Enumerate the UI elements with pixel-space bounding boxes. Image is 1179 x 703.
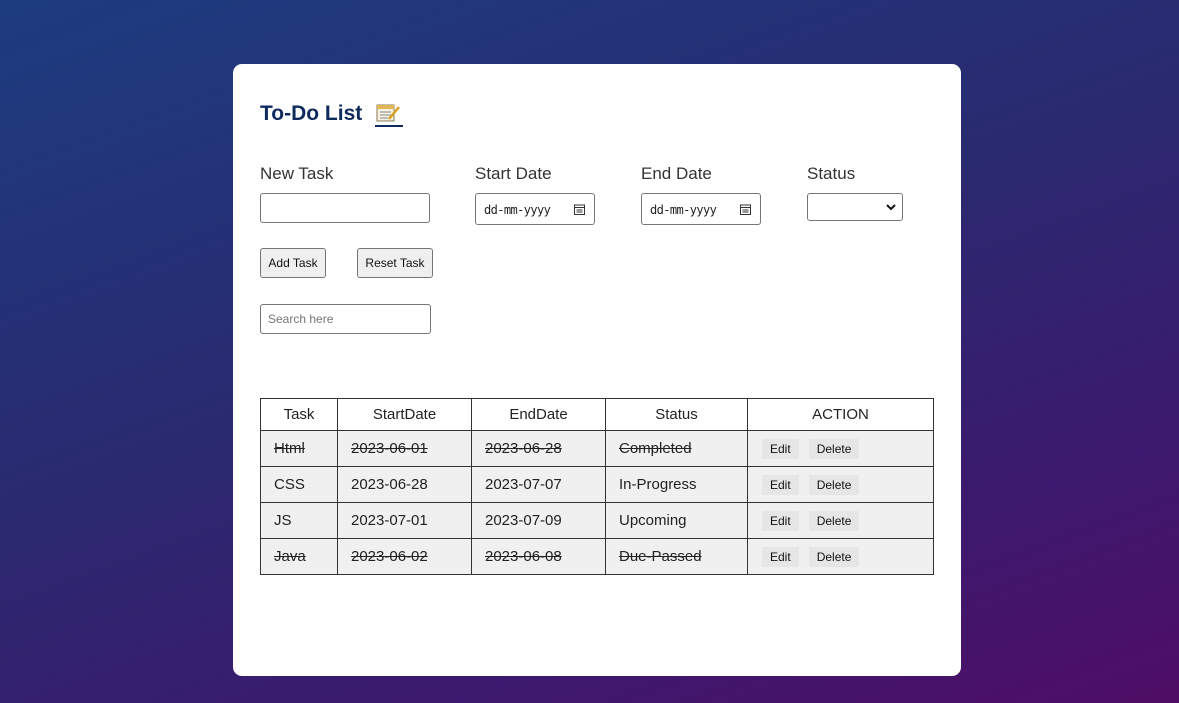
start-date-cell: 2023-06-02 bbox=[337, 538, 472, 575]
start-date-placeholder: dd-mm-yyyy bbox=[484, 203, 551, 217]
chevron-down-icon bbox=[886, 204, 896, 211]
edit-button[interactable]: Edit bbox=[762, 510, 799, 531]
reset-task-button[interactable]: Reset Task bbox=[357, 248, 433, 278]
delete-button[interactable]: Delete bbox=[808, 510, 860, 531]
action-cell: Edit Delete bbox=[747, 430, 934, 467]
task-table: Task StartDate EndDate Status ACTION Htm… bbox=[260, 398, 934, 575]
status-label: Status bbox=[807, 164, 856, 183]
search-input[interactable] bbox=[260, 304, 431, 334]
end-date-input[interactable]: dd-mm-yyyy bbox=[641, 193, 761, 225]
status-cell: Upcoming bbox=[605, 502, 748, 539]
edit-button[interactable]: Edit bbox=[762, 474, 799, 495]
col-header-task: Task bbox=[260, 398, 338, 431]
edit-button[interactable]: Edit bbox=[762, 546, 799, 567]
task-cell: JS bbox=[260, 502, 338, 539]
table-row: JS 2023-07-01 2023-07-09 Upcoming Edit De… bbox=[260, 502, 934, 539]
start-date-input[interactable]: dd-mm-yyyy bbox=[475, 193, 595, 225]
status-cell: In-Progress bbox=[605, 466, 748, 503]
table-row: Java 2023-06-02 2023-06-08 Due-Passed Ed… bbox=[260, 538, 934, 575]
end-date-cell: 2023-07-09 bbox=[471, 502, 606, 539]
action-cell: Edit Delete bbox=[747, 538, 934, 575]
delete-button[interactable]: Delete bbox=[808, 474, 860, 495]
action-cell: Edit Delete bbox=[747, 502, 934, 539]
status-cell: Completed bbox=[605, 430, 748, 467]
edit-button[interactable]: Edit bbox=[762, 438, 799, 459]
calendar-icon bbox=[740, 204, 751, 215]
delete-button[interactable]: Delete bbox=[808, 546, 860, 567]
end-date-placeholder: dd-mm-yyyy bbox=[650, 203, 717, 217]
table-row: Html 2023-06-01 2023-06-28 Completed Edi… bbox=[260, 430, 934, 467]
task-cell: CSS bbox=[260, 466, 338, 503]
col-header-enddate: EndDate bbox=[471, 398, 606, 431]
col-header-status: Status bbox=[605, 398, 748, 431]
end-date-cell: 2023-06-28 bbox=[471, 430, 606, 467]
delete-button[interactable]: Delete bbox=[808, 438, 860, 459]
col-header-startdate: StartDate bbox=[337, 398, 472, 431]
new-task-input[interactable] bbox=[260, 193, 430, 223]
page-title: To-Do List bbox=[260, 102, 363, 125]
task-cell: Html bbox=[260, 430, 338, 467]
end-date-cell: 2023-07-07 bbox=[471, 466, 606, 503]
col-header-action: ACTION bbox=[747, 398, 934, 431]
action-cell: Edit Delete bbox=[747, 466, 934, 503]
start-date-cell: 2023-06-28 bbox=[337, 466, 472, 503]
start-date-label: Start Date bbox=[475, 164, 552, 183]
add-task-button[interactable]: Add Task bbox=[260, 248, 326, 278]
table-row: CSS 2023-06-28 2023-07-07 In-Progress Ed… bbox=[260, 466, 934, 503]
start-date-cell: 2023-07-01 bbox=[337, 502, 472, 539]
new-task-label: New Task bbox=[260, 164, 334, 183]
status-cell: Due-Passed bbox=[605, 538, 748, 575]
status-select[interactable] bbox=[807, 193, 903, 221]
calendar-icon bbox=[574, 204, 585, 215]
end-date-label: End Date bbox=[641, 164, 712, 183]
table-header-row: Task StartDate EndDate Status ACTION bbox=[260, 398, 934, 431]
task-cell: Java bbox=[260, 538, 338, 575]
memo-icon bbox=[375, 104, 403, 127]
todo-card: To-Do List New Task Start Date dd-mm-yyy… bbox=[233, 64, 961, 676]
end-date-cell: 2023-06-08 bbox=[471, 538, 606, 575]
start-date-cell: 2023-06-01 bbox=[337, 430, 472, 467]
